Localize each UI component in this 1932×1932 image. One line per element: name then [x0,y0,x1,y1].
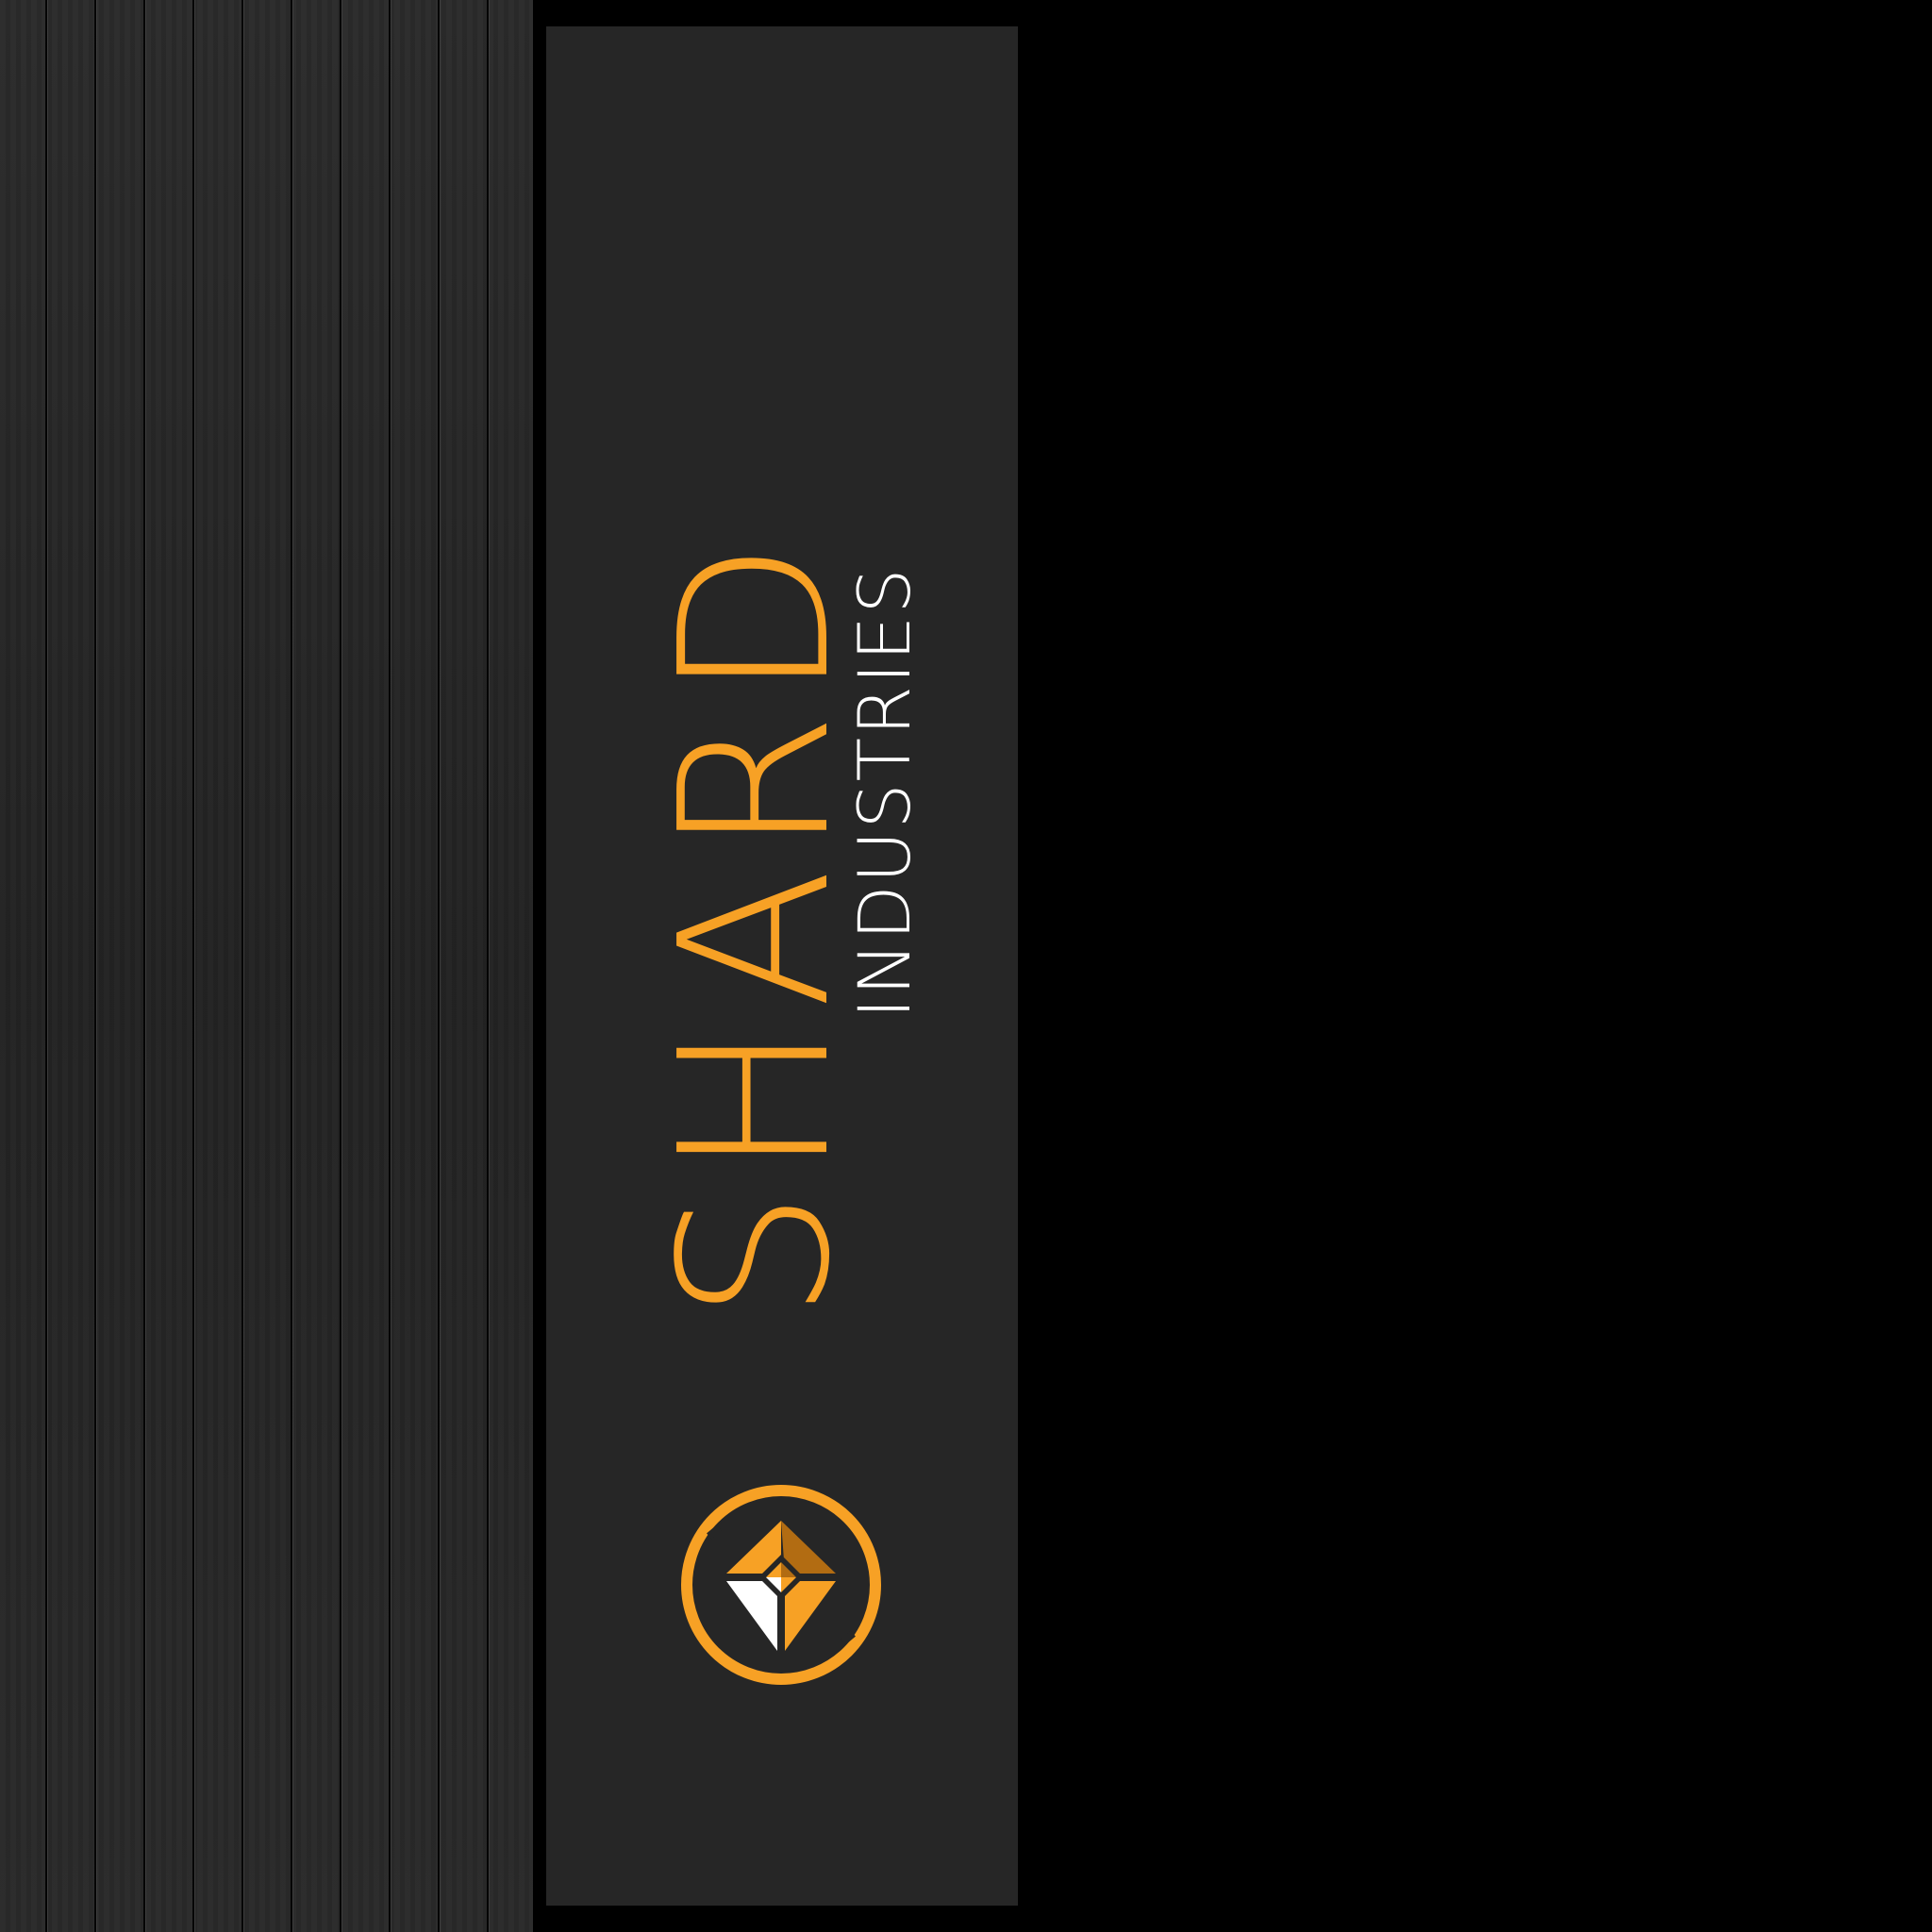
wood-plank-background [0,0,533,1932]
brand-name: SHARD [637,527,875,1321]
emblem-facet-bottom-left [726,1581,777,1651]
emblem-facet-bottom-right [785,1581,836,1651]
artwork-canvas: SHARD INDUSTRIES [0,0,1932,1932]
diamond-shard-emblem-icon [681,1485,881,1685]
brand-tagline: INDUSTRIES [842,566,926,1019]
